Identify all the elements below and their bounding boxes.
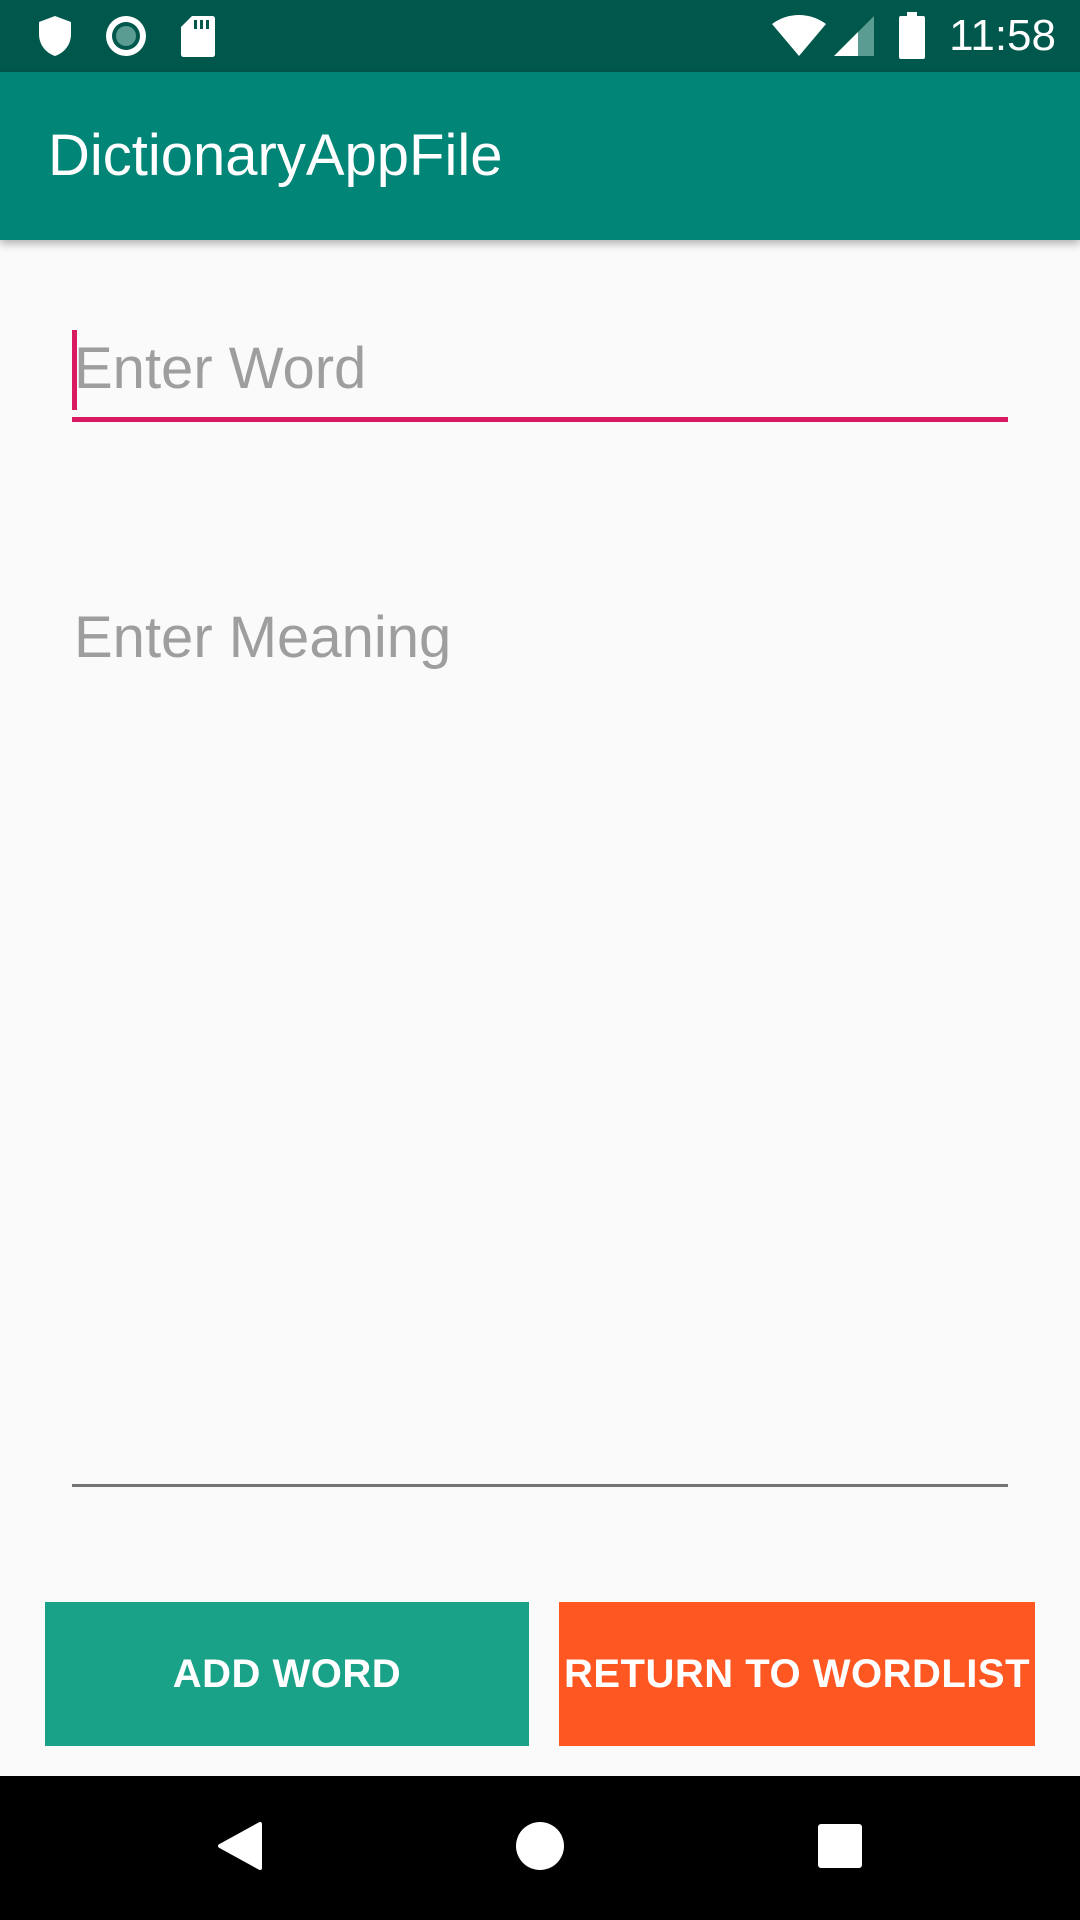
- home-button[interactable]: [450, 1776, 630, 1920]
- back-button[interactable]: [150, 1776, 330, 1920]
- screen: 11:58 DictionaryAppFile ADD WORD RETURN …: [0, 0, 1080, 1920]
- text-cursor: [72, 330, 77, 410]
- meaning-field-container: [72, 592, 1008, 1488]
- recents-button[interactable]: [750, 1776, 930, 1920]
- meaning-input-underline: [72, 1484, 1008, 1487]
- word-input-underline: [72, 417, 1008, 422]
- record-icon: [104, 14, 148, 63]
- word-field-container: [72, 320, 1008, 424]
- wifi-icon: [770, 14, 828, 63]
- navigation-bar: [0, 1776, 1080, 1920]
- app-bar: DictionaryAppFile: [0, 72, 1080, 240]
- cell-signal-icon: [832, 14, 876, 63]
- status-bar: 11:58: [0, 0, 1080, 72]
- back-icon: [216, 1820, 264, 1877]
- shield-icon: [36, 14, 74, 63]
- status-time: 11:58: [949, 11, 1056, 60]
- return-to-wordlist-button[interactable]: RETURN TO WORDLIST: [559, 1602, 1035, 1746]
- app-title: DictionaryAppFile: [48, 123, 503, 188]
- recents-icon: [817, 1823, 863, 1874]
- meaning-input[interactable]: [72, 592, 1008, 1482]
- add-word-button[interactable]: ADD WORD: [45, 1602, 529, 1746]
- battery-icon: [898, 12, 926, 65]
- word-input[interactable]: [72, 320, 1008, 416]
- home-icon: [514, 1820, 566, 1877]
- sd-card-icon: [180, 14, 216, 63]
